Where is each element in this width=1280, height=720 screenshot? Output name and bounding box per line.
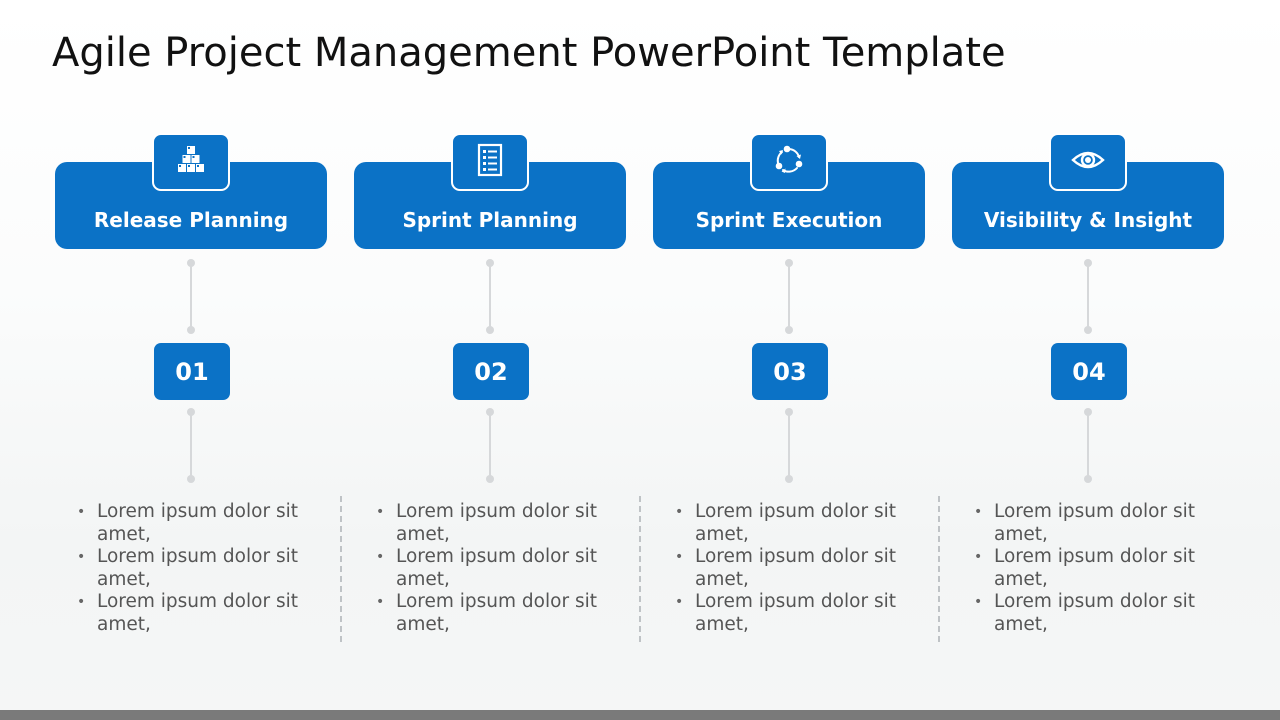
- icon-tab: [750, 133, 828, 191]
- connector-line: [788, 263, 790, 329]
- connector-dot: [785, 475, 793, 483]
- connector-line: [1087, 263, 1089, 329]
- cycle-arrows-icon: [772, 143, 806, 181]
- eye-icon: [1070, 148, 1106, 176]
- step-number-badge: 03: [752, 343, 828, 400]
- bullet-item: Lorem ipsum dolor sit amet,: [374, 501, 624, 546]
- step-number-badge: 01: [154, 343, 230, 400]
- bullet-list: Lorem ipsum dolor sit amet, Lorem ipsum …: [374, 501, 624, 636]
- bullet-item: Lorem ipsum dolor sit amet,: [75, 546, 325, 591]
- connector-dot: [187, 475, 195, 483]
- header-label: Release Planning: [93, 208, 289, 232]
- connector-line: [489, 412, 491, 478]
- bullet-list: Lorem ipsum dolor sit amet, Lorem ipsum …: [972, 501, 1222, 636]
- step-number-badge: 02: [453, 343, 529, 400]
- connector-line: [788, 412, 790, 478]
- bullet-list: Lorem ipsum dolor sit amet, Lorem ipsum …: [673, 501, 923, 636]
- bullet-item: Lorem ipsum dolor sit amet,: [972, 546, 1222, 591]
- bullet-item: Lorem ipsum dolor sit amet,: [75, 501, 325, 546]
- header-label: Visibility & Insight: [983, 208, 1193, 232]
- step-number-badge: 04: [1051, 343, 1127, 400]
- header-label: Sprint Planning: [402, 208, 578, 232]
- connector-dot: [1084, 326, 1092, 334]
- column-divider: [938, 496, 940, 642]
- connector-line: [489, 263, 491, 329]
- column-divider: [639, 496, 641, 642]
- bullet-item: Lorem ipsum dolor sit amet,: [673, 546, 923, 591]
- bullet-item: Lorem ipsum dolor sit amet,: [75, 591, 325, 636]
- bullet-item: Lorem ipsum dolor sit amet,: [673, 591, 923, 636]
- column-divider: [340, 496, 342, 642]
- connector-dot: [486, 326, 494, 334]
- column-release-planning: Release Planning 01 Lorem ipsum dolor si…: [55, 0, 355, 720]
- header-label: Sprint Execution: [695, 208, 883, 232]
- bullet-item: Lorem ipsum dolor sit amet,: [374, 591, 624, 636]
- connector-line: [190, 263, 192, 329]
- bullet-item: Lorem ipsum dolor sit amet,: [972, 501, 1222, 546]
- connector-line: [190, 412, 192, 478]
- bullet-item: Lorem ipsum dolor sit amet,: [972, 591, 1222, 636]
- bullet-list: Lorem ipsum dolor sit amet, Lorem ipsum …: [75, 501, 325, 636]
- column-visibility-insight: Visibility & Insight 04 Lorem ipsum dolo…: [952, 0, 1252, 720]
- connector-dot: [785, 326, 793, 334]
- boxes-pyramid-icon: [174, 143, 208, 181]
- icon-tab: [152, 133, 230, 191]
- bullet-item: Lorem ipsum dolor sit amet,: [673, 501, 923, 546]
- checklist-icon: [475, 143, 505, 181]
- icon-tab: [451, 133, 529, 191]
- connector-line: [1087, 412, 1089, 478]
- footer-bar: [0, 710, 1280, 720]
- connector-dot: [187, 326, 195, 334]
- connector-dot: [486, 475, 494, 483]
- icon-tab: [1049, 133, 1127, 191]
- column-sprint-planning: Sprint Planning 02 Lorem ipsum dolor sit…: [354, 0, 654, 720]
- bullet-item: Lorem ipsum dolor sit amet,: [374, 546, 624, 591]
- column-sprint-execution: Sprint Execution 03 Lorem ipsum dolor si…: [653, 0, 953, 720]
- connector-dot: [1084, 475, 1092, 483]
